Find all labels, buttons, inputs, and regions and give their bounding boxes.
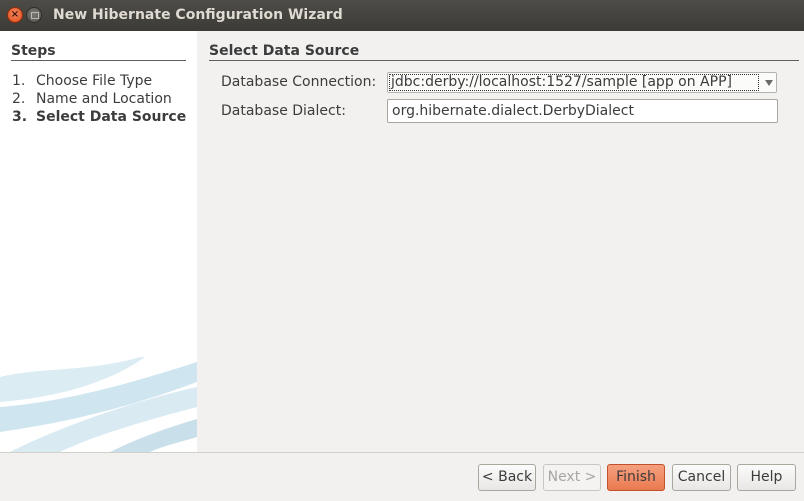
database-dialect-field[interactable]: org.hibernate.dialect.DerbyDialect: [387, 99, 778, 123]
panel-heading: Select Data Source: [209, 43, 360, 59]
database-dialect-label: Database Dialect:: [221, 103, 346, 119]
next-button[interactable]: Next >: [543, 464, 601, 491]
button-bar-separator: [0, 452, 804, 453]
step-number: 3.: [12, 109, 28, 125]
step-number: 2.: [12, 91, 26, 107]
step-label: Choose File Type: [36, 73, 153, 89]
close-icon[interactable]: ×: [7, 7, 23, 23]
cancel-button[interactable]: Cancel: [672, 464, 731, 491]
step-name-and-location: 2. Name and Location: [12, 91, 172, 107]
step-number: 1.: [12, 73, 26, 89]
title-bar[interactable]: × New Hibernate Configuration Wizard: [0, 0, 804, 31]
database-connection-dropdown[interactable]: jdbc:derby://localhost:1527/sample [app …: [387, 72, 777, 93]
maximize-icon[interactable]: [26, 7, 42, 23]
back-button[interactable]: < Back: [478, 464, 536, 491]
steps-heading: Steps: [11, 43, 56, 59]
steps-divider: [11, 60, 186, 61]
window-title: New Hibernate Configuration Wizard: [53, 7, 343, 23]
step-label: Name and Location: [36, 91, 172, 107]
database-connection-label: Database Connection:: [221, 74, 377, 90]
step-choose-file-type: 1. Choose File Type: [12, 73, 152, 89]
chevron-down-icon[interactable]: [765, 80, 773, 86]
wizard-window: × New Hibernate Configuration Wizard Ste…: [0, 0, 804, 501]
panel-divider: [209, 60, 799, 61]
main-panel: Select Data Source Database Connection: …: [197, 31, 804, 452]
finish-button[interactable]: Finish: [607, 464, 665, 491]
step-label: Select Data Source: [36, 109, 187, 125]
step-select-data-source: 3. Select Data Source: [12, 109, 186, 125]
wizard-swoosh-graphic: [0, 357, 197, 452]
help-button[interactable]: Help: [737, 464, 796, 491]
database-connection-value: jdbc:derby://localhost:1527/sample [app …: [389, 74, 759, 91]
steps-panel: Steps 1. Choose File Type 2. Name and Loca…: [0, 31, 197, 452]
